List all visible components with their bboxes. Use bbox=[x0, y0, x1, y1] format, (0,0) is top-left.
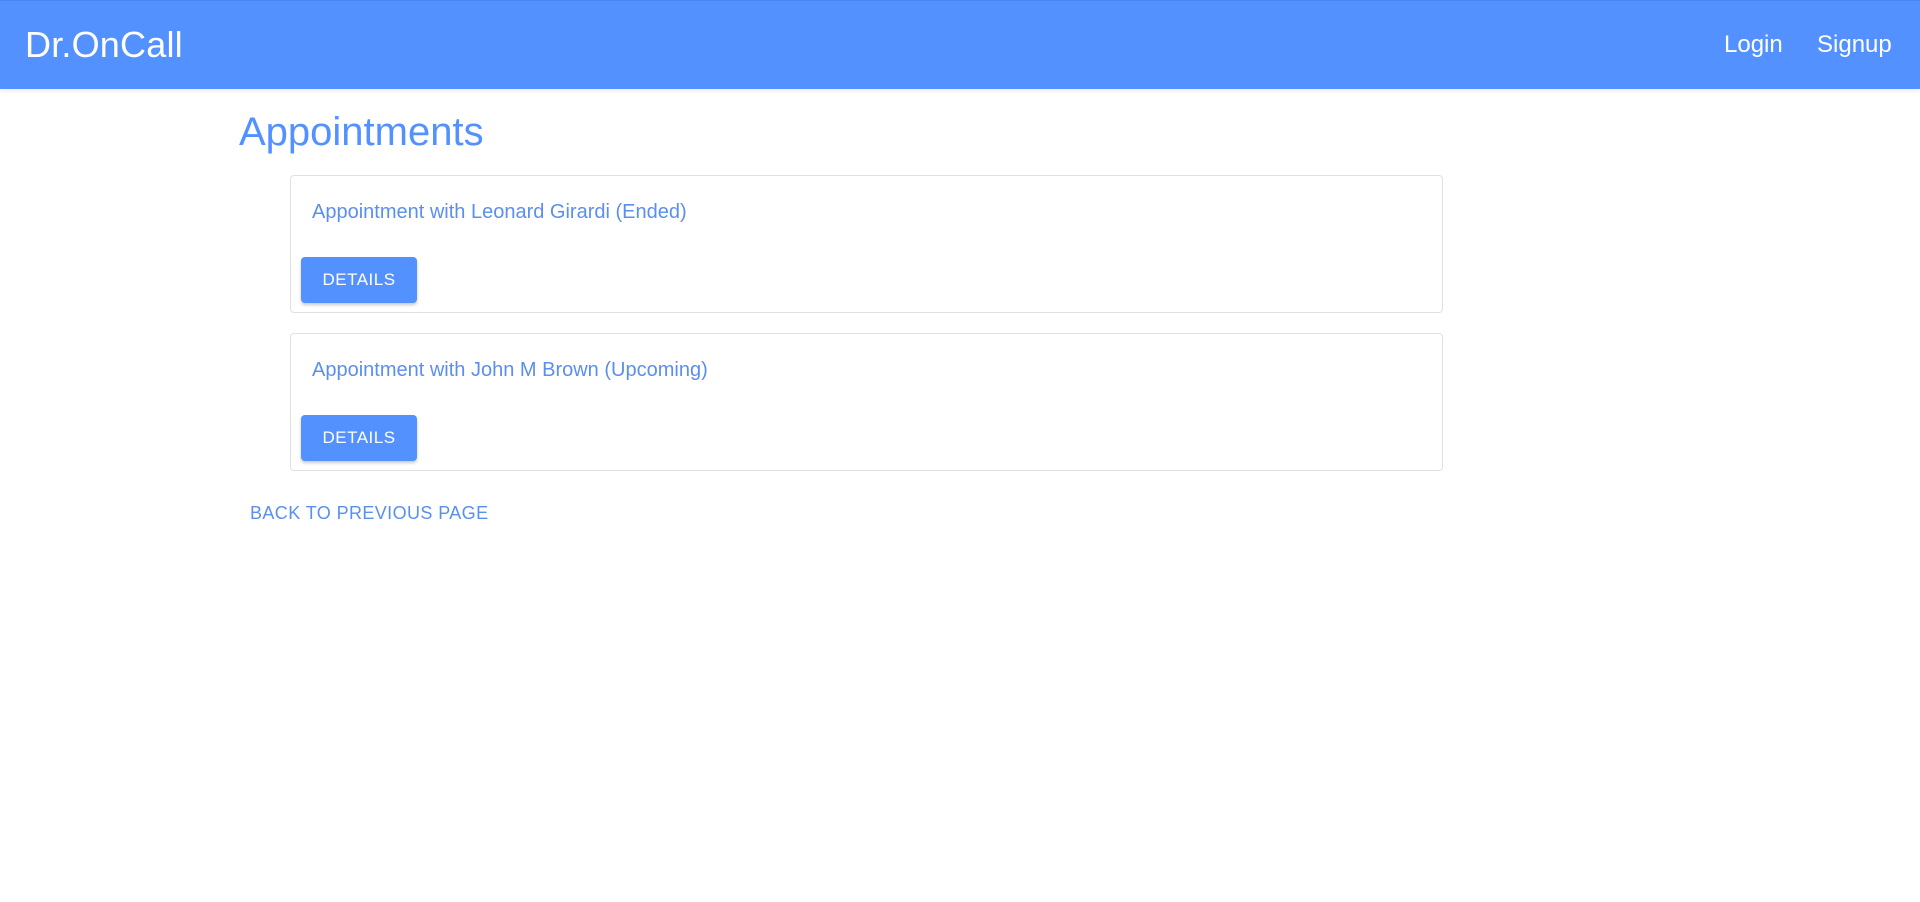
appointment-card: Appointment with John M Brown (Upcoming)… bbox=[290, 333, 1443, 471]
details-button[interactable]: DETAILS bbox=[301, 257, 417, 303]
login-link[interactable]: Login bbox=[1724, 30, 1783, 60]
details-button[interactable]: DETAILS bbox=[301, 415, 417, 461]
page-title: Appointments bbox=[239, 110, 484, 154]
appointment-card: Appointment with Leonard Girardi (Ended)… bbox=[290, 175, 1443, 313]
app-bar: Dr.OnCall Login Signup bbox=[0, 0, 1920, 89]
back-to-previous-page-link[interactable]: BACK TO PREVIOUS PAGE bbox=[250, 502, 488, 524]
brand-logo[interactable]: Dr.OnCall bbox=[25, 23, 183, 67]
appointment-title: Appointment with Leonard Girardi (Ended) bbox=[312, 201, 687, 223]
signup-link[interactable]: Signup bbox=[1817, 30, 1892, 60]
appointment-title: Appointment with John M Brown (Upcoming) bbox=[312, 359, 708, 381]
